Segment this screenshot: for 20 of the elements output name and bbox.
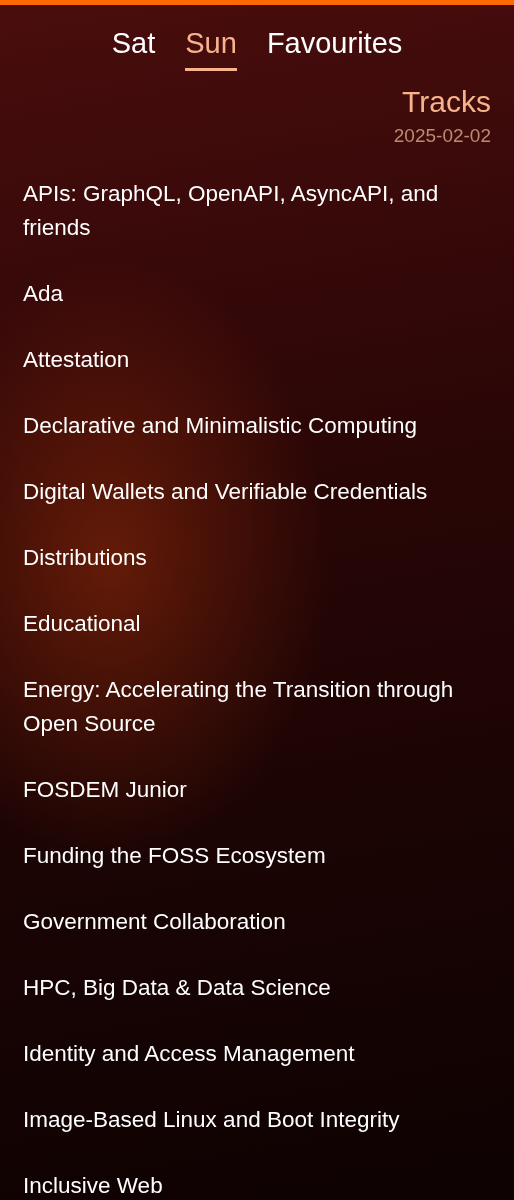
track-item[interactable]: Ada xyxy=(0,261,514,327)
track-item[interactable]: Inclusive Web xyxy=(0,1153,514,1200)
track-item[interactable]: Energy: Accelerating the Transition through Open Source xyxy=(0,657,514,757)
tab[interactable]: Favourites xyxy=(266,27,403,71)
track-item[interactable]: HPC, Big Data & Data Science xyxy=(0,955,514,1021)
track-item[interactable]: Image-Based Linux and Boot Integrity xyxy=(0,1087,514,1153)
track-item[interactable]: APIs: GraphQL, OpenAPI, AsyncAPI, and friends xyxy=(0,161,514,261)
track-item[interactable]: Digital Wallets and Verifiable Credentials xyxy=(0,459,514,525)
track-item[interactable]: Identity and Access Management xyxy=(0,1021,514,1087)
page-title: Tracks xyxy=(402,85,491,119)
tab[interactable]: Sun xyxy=(185,27,237,71)
tab[interactable]: Sat xyxy=(111,27,156,71)
track-item[interactable]: Educational xyxy=(0,591,514,657)
date-label: 2025-02-02 xyxy=(393,125,491,147)
track-item[interactable]: Distributions xyxy=(0,525,514,591)
track-item[interactable]: FOSDEM Junior xyxy=(0,757,514,823)
track-item[interactable]: Government Collaboration xyxy=(0,889,514,955)
track-item[interactable]: Declarative and Minimalistic Computing xyxy=(0,393,514,459)
track-item[interactable]: Attestation xyxy=(0,327,514,393)
track-item[interactable]: Funding the FOSS Ecosystem xyxy=(0,823,514,889)
